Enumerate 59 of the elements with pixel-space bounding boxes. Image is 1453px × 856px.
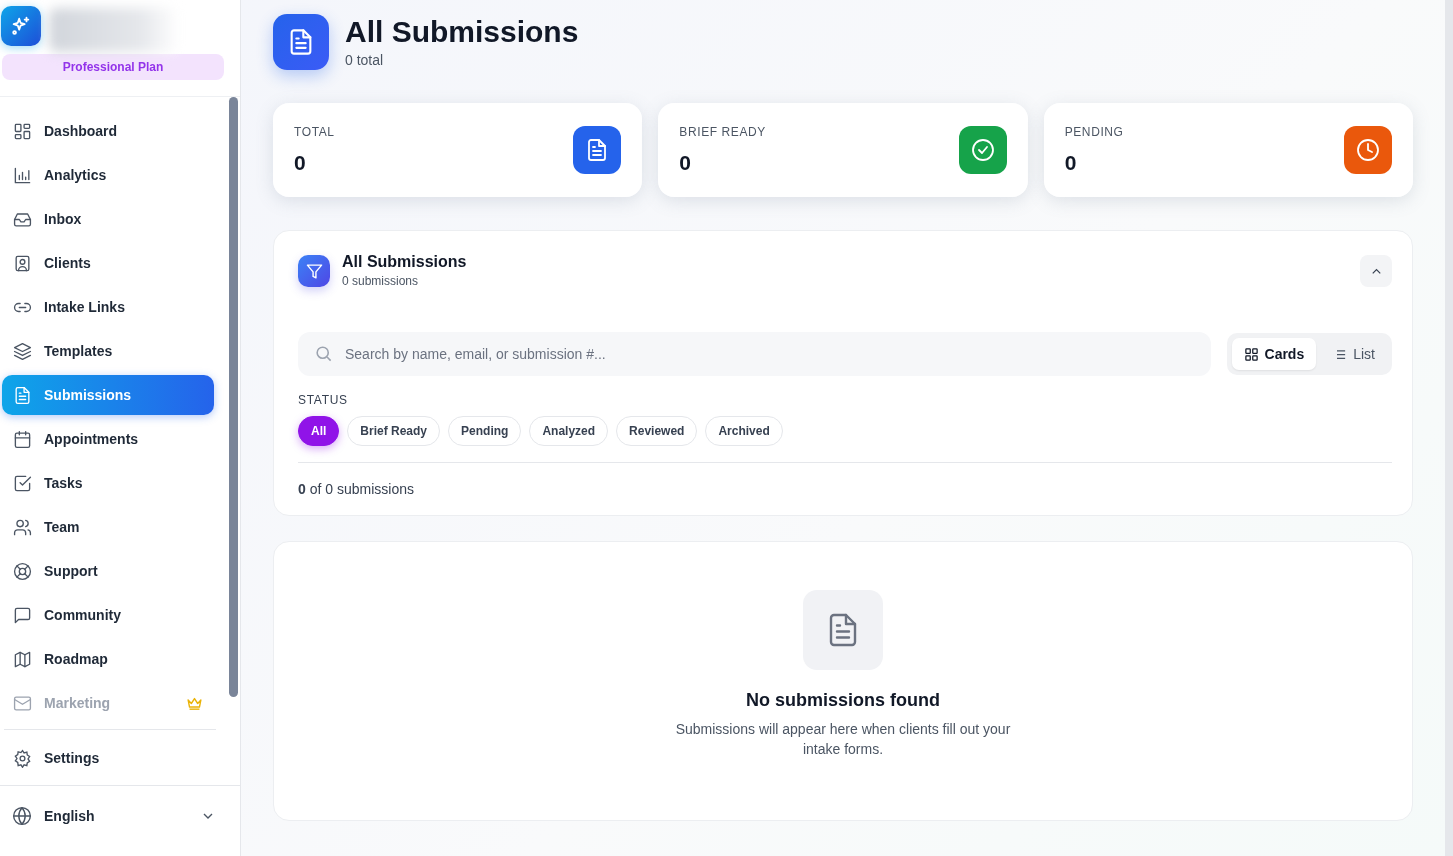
status-label: STATUS (298, 393, 349, 407)
nav-item[interactable]: Intake Links (2, 287, 214, 327)
plan-badge: Professional Plan (2, 54, 224, 80)
page-title: All Submissions (345, 14, 579, 50)
empty-message: Submissions will appear here when clients fill out your intake forms. (674, 720, 1012, 759)
view-toggle-button[interactable]: Cards (1231, 338, 1317, 370)
page-subtitle: 0 total (345, 52, 385, 68)
nav-item[interactable]: Inbox (2, 199, 214, 239)
search-field[interactable]: Search by name, email, or submission #... (298, 332, 1211, 376)
nav-item[interactable]: Community (2, 595, 214, 635)
globe-icon (12, 806, 32, 826)
nav-item[interactable]: Settings (2, 738, 214, 778)
nav-icon (13, 385, 32, 405)
nav-item[interactable]: Roadmap (2, 639, 214, 679)
stat-label: PENDING (1064, 125, 1124, 139)
status-filter-chip[interactable]: Analyzed (529, 416, 609, 446)
nav-icon (13, 121, 32, 141)
results-count: 0 of 0 submissions (298, 481, 415, 497)
language-selector[interactable]: English (0, 786, 240, 846)
panel-title: All Submissions (342, 253, 468, 271)
document-icon (273, 14, 329, 70)
stat-label: BRIEF READY (679, 125, 766, 139)
nav-icon (13, 605, 32, 625)
scrollbar-thumb[interactable] (229, 97, 238, 697)
status-filter-chip[interactable]: Brief Ready (347, 416, 441, 446)
nav-item[interactable]: Dashboard (2, 111, 214, 151)
nav-item[interactable]: Templates (2, 331, 214, 371)
grid-icon (1243, 346, 1259, 362)
stat-value: 0 (679, 151, 692, 175)
nav-icon (13, 517, 32, 537)
view-toggle-button[interactable]: List (1320, 338, 1387, 370)
nav-icon (13, 473, 32, 493)
nav-item[interactable]: Analytics (2, 155, 214, 195)
panel-subtitle: 0 submissions (342, 274, 420, 288)
stat-value: 0 (1064, 151, 1078, 175)
nav-icon (13, 165, 32, 185)
stat-label: TOTAL (294, 125, 335, 139)
nav-item[interactable]: Tasks (2, 463, 214, 503)
status-filter-chip[interactable]: Pending (448, 416, 522, 446)
document-icon (803, 590, 883, 670)
nav-item[interactable]: Support (2, 551, 214, 591)
nav-icon (13, 693, 32, 713)
nav-icon (13, 649, 32, 669)
filter-icon (298, 255, 330, 287)
nav-item[interactable]: Submissions (2, 375, 214, 415)
status-filter-chip[interactable]: All (298, 416, 340, 446)
collapse-button[interactable] (1360, 255, 1392, 287)
nav-item[interactable]: Team (2, 507, 214, 547)
nav-icon (13, 561, 32, 581)
stat-value: 0 (294, 151, 307, 175)
nav-icon (13, 253, 32, 273)
nav-icon (13, 341, 32, 361)
status-filter-chip[interactable]: Archived (705, 416, 783, 446)
nav-item[interactable]: Clients (2, 243, 214, 283)
empty-title: No submissions found (746, 690, 940, 711)
settings-icon (13, 748, 32, 768)
nav-item[interactable]: Appointments (2, 419, 214, 459)
status-filter-chip[interactable]: Reviewed (616, 416, 698, 446)
nav-icon (13, 429, 32, 449)
